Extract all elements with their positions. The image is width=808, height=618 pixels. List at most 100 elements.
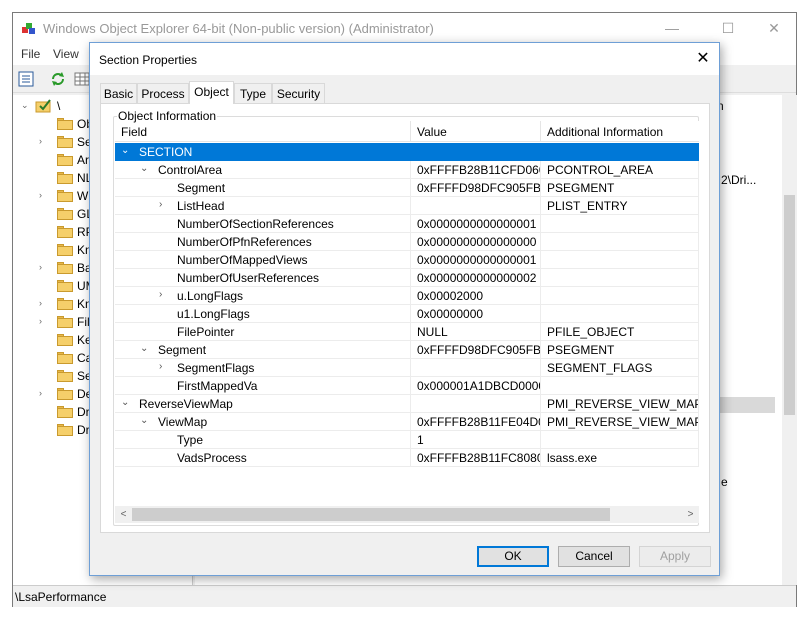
menu-view[interactable]: View [53,47,79,61]
field-name: VadsProcess [177,451,247,465]
apply-button[interactable]: Apply [639,546,711,567]
chevron-down-icon[interactable]: ⌄ [121,397,131,408]
value-cell: 0x000001A1DBCD0000 [411,377,541,395]
folder-icon [57,244,73,256]
scroll-left-icon[interactable]: < [115,506,132,523]
tab-basic[interactable]: Basic [100,83,137,103]
field-name: u.LongFlags [177,289,244,303]
vertical-scrollbar[interactable] [782,95,797,585]
tab-security[interactable]: Security [272,83,325,103]
grid-row[interactable]: ⌄ ViewMap 0xFFFFB28B11FE04D0 PMI_REVERSE_VI… [115,413,699,431]
tab-process[interactable]: Process [137,83,189,103]
value-cell: 0xFFFFB28B11FE04D0 [411,413,541,431]
scrollbar-thumb[interactable] [784,195,795,415]
chevron-right-icon[interactable]: › [39,316,49,326]
additional-info-cell [541,431,699,449]
additional-info-cell: PLIST_ENTRY [541,197,699,215]
field-cell: ⌄ SECTION [115,143,411,161]
grid-row[interactable]: VadsProcess 0xFFFFB28B11FC8080 lsass.exe [115,449,699,467]
ok-button[interactable]: OK [477,546,549,567]
object-info-grid[interactable]: Field Value Additional Information ⌄ SECT… [115,121,699,511]
column-header-field[interactable]: Field [115,121,411,142]
horizontal-scrollbar[interactable]: < > [115,506,699,523]
field-name: ViewMap [158,415,208,429]
chevron-right-icon[interactable]: › [159,289,169,300]
grid-row[interactable]: NumberOfMappedViews 0x0000000000000001 [115,251,699,269]
value-cell: 1 [411,431,541,449]
grid-row[interactable]: NumberOfSectionReferences 0x0000000000000… [115,215,699,233]
chevron-right-icon[interactable]: › [39,190,49,200]
grid-row[interactable]: FirstMappedVa 0x000001A1DBCD0000 [115,377,699,395]
grid-row[interactable]: › u.LongFlags 0x00002000 [115,287,699,305]
folder-icon [57,226,73,238]
folder-icon [57,262,73,274]
grid-header: Field Value Additional Information [115,121,699,142]
value-cell: 0x0000000000000001 [411,215,541,233]
grid-row[interactable]: Type 1 [115,431,699,449]
folder-icon [57,316,73,328]
field-name: NumberOfSectionReferences [177,217,334,231]
list-selected-row[interactable] [715,397,775,413]
additional-info-cell [541,143,699,161]
menu-file[interactable]: File [21,47,40,61]
chevron-down-icon[interactable]: ⌄ [140,163,150,174]
additional-info-cell: PCONTROL_AREA [541,161,699,179]
grid-row[interactable]: ⌄ Segment 0xFFFFD98DFC905FB0 PSEGMENT [115,341,699,359]
field-cell: ⌄ Segment [115,341,411,359]
value-cell: 0xFFFFB28B11CFD060 [411,161,541,179]
properties-icon[interactable] [17,70,35,88]
dialog-close-button[interactable]: ✕ [687,43,719,75]
chevron-down-icon[interactable]: ⌄ [140,343,150,354]
grid-row[interactable]: ⌄ ReverseViewMap PMI_REVERSE_VIEW_MAP [115,395,699,413]
grid-row[interactable]: NumberOfPfnReferences 0x0000000000000000 [115,233,699,251]
folder-icon [57,190,73,202]
cancel-button[interactable]: Cancel [558,546,630,567]
chevron-right-icon[interactable]: › [159,199,169,210]
grid-row[interactable]: Segment 0xFFFFD98DFC905FB0 PSEGMENT [115,179,699,197]
additional-info-cell [541,251,699,269]
folder-icon [57,370,73,382]
scrollbar-thumb[interactable] [132,508,610,521]
grid-row[interactable]: ⌄ ControlArea 0xFFFFB28B11CFD060 PCONTROL_A… [115,161,699,179]
folder-icon [57,280,73,292]
chevron-right-icon[interactable]: › [159,361,169,372]
chevron-right-icon[interactable]: › [39,298,49,308]
additional-info-cell: PSEGMENT [541,341,699,359]
close-button[interactable]: ✕ [751,13,797,43]
maximize-button[interactable]: ☐ [705,13,751,43]
chevron-down-icon[interactable]: ⌄ [140,415,150,426]
value-cell [411,395,541,413]
value-cell: NULL [411,323,541,341]
field-cell: Type [115,431,411,449]
field-name: ControlArea [158,163,223,177]
main-titlebar: Windows Object Explorer 64-bit (Non-publ… [13,13,796,43]
grid-row[interactable]: FilePointer NULL PFILE_OBJECT [115,323,699,341]
grid-row[interactable]: ⌄ SECTION [115,143,699,161]
chevron-down-icon[interactable]: ⌄ [21,100,31,111]
folder-icon [57,136,73,148]
folder-icon [57,154,73,166]
field-cell: › SegmentFlags [115,359,411,377]
chevron-right-icon[interactable]: › [39,388,49,398]
chevron-right-icon[interactable]: › [39,262,49,272]
field-cell: NumberOfUserReferences [115,269,411,287]
tab-object[interactable]: Object [189,81,234,104]
additional-info-cell: PSEGMENT [541,179,699,197]
additional-info-cell: PMI_REVERSE_VIEW_MAP [541,395,699,413]
column-header-additional-info[interactable]: Additional Information [541,121,699,142]
field-cell: › u.LongFlags [115,287,411,305]
folder-icon [57,334,73,346]
column-header-value[interactable]: Value [411,121,541,142]
refresh-icon[interactable] [49,70,67,88]
grid-row[interactable]: u1.LongFlags 0x00000000 [115,305,699,323]
field-cell: ⌄ ReverseViewMap [115,395,411,413]
grid-row[interactable]: › ListHead PLIST_ENTRY [115,197,699,215]
grid-row[interactable]: NumberOfUserReferences 0x0000000000000002 [115,269,699,287]
grid-row[interactable]: › SegmentFlags SEGMENT_FLAGS [115,359,699,377]
minimize-button[interactable]: — [649,13,695,43]
tab-type[interactable]: Type [234,83,272,103]
chevron-right-icon[interactable]: › [39,136,49,146]
chevron-down-icon[interactable]: ⌄ [121,145,131,156]
folder-icon [57,118,73,130]
scroll-right-icon[interactable]: > [682,506,699,523]
